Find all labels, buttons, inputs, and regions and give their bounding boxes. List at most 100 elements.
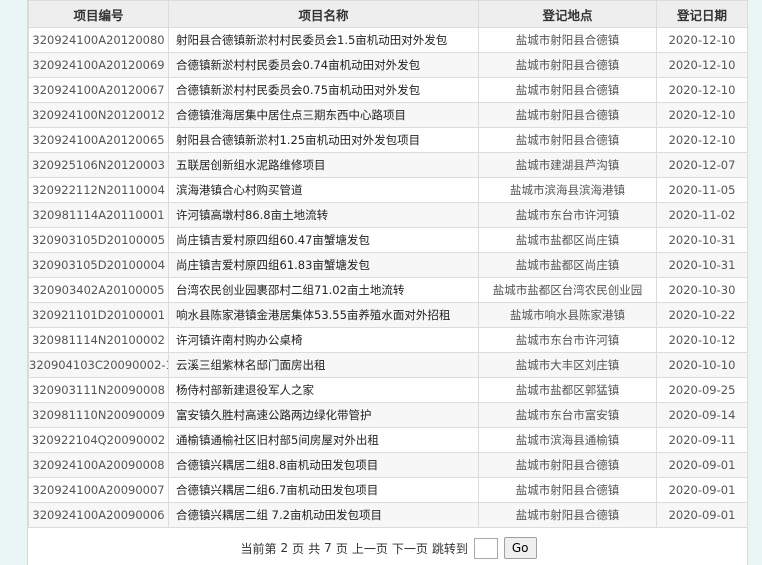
location-cell: 盐城市盐都区郭猛镇: [478, 377, 657, 403]
project-code-cell: 320981110N20090009: [28, 402, 169, 428]
project-name-cell[interactable]: 许河镇高墩村86.8亩土地流转: [168, 202, 479, 228]
location-cell: 盐城市射阳县合德镇: [478, 77, 657, 103]
go-button[interactable]: Go: [503, 537, 537, 559]
prev-page-link[interactable]: 上一页: [352, 540, 388, 557]
project-name-cell[interactable]: 富安镇久胜村高速公路两边绿化带管护: [168, 402, 479, 428]
total-pages-label: 共: [308, 541, 321, 556]
project-name-cell[interactable]: 五联居创新组水泥路维修项目: [168, 152, 479, 178]
column-header-location: 登记地点: [478, 0, 657, 28]
project-name-link[interactable]: 合德镇兴耦居二组6.7亩机动田发包项目: [176, 483, 378, 497]
location-cell: 盐城市滨海县滨海港镇: [478, 177, 657, 203]
table-row[interactable]: 320921101D20100001 响水县陈家港镇金港居集体53.55亩养殖水面…: [28, 302, 748, 328]
project-name-cell[interactable]: 尚庄镇吉爱村原四组60.47亩蟹塘发包: [168, 227, 479, 253]
column-header-code: 项目编号: [28, 0, 169, 28]
table-row[interactable]: 320924100A20120069 合德镇新淤村村民委员会0.74亩机动田对外发…: [28, 52, 748, 78]
project-name-link[interactable]: 合德镇新淤村村民委员会0.75亩机动田对外发包: [176, 83, 420, 97]
project-name-cell[interactable]: 合德镇兴耦居二组6.7亩机动田发包项目: [168, 477, 479, 503]
project-name-link[interactable]: 合德镇兴耦居二组 7.2亩机动田发包项目: [176, 508, 382, 522]
table-row[interactable]: 320924100A20120067 合德镇新淤村村民委员会0.75亩机动田对外发…: [28, 77, 748, 103]
project-name-link[interactable]: 尚庄镇吉爱村原四组61.83亩蟹塘发包: [176, 258, 370, 272]
table-row[interactable]: 320924100A20090008 合德镇兴耦居二组8.8亩机动田发包项目 盐城市…: [28, 452, 748, 478]
project-name-cell[interactable]: 合德镇新淤村村民委员会0.75亩机动田对外发包: [168, 77, 479, 103]
project-name-link[interactable]: 台湾农民创业园裹邵村二组71.02亩土地流转: [176, 283, 404, 297]
project-name-cell[interactable]: 滨海港镇合心村购买管道: [168, 177, 479, 203]
project-name-link[interactable]: 云溪三组紫林名邸门面房出租: [176, 358, 326, 372]
date-cell: 2020-09-14: [656, 402, 748, 428]
date-cell: 2020-10-12: [656, 327, 748, 353]
project-name-link[interactable]: 许河镇高墩村86.8亩土地流转: [176, 208, 328, 222]
table-row[interactable]: 320903111N20090008 杨侍村部新建退役军人之家 盐城市盐都区郭猛镇 2…: [28, 377, 748, 403]
project-code-cell: 320921101D20100001: [28, 302, 169, 328]
table-row[interactable]: 320903105D20100004 尚庄镇吉爱村原四组61.83亩蟹塘发包 盐城市…: [28, 252, 748, 278]
table-row[interactable]: 320925106N20120003 五联居创新组水泥路维修项目 盐城市建湖县芦沟镇…: [28, 152, 748, 178]
table-row[interactable]: 320924100N20120012 合德镇淮海居集中居住点三期东西中心路项目 盐城…: [28, 102, 748, 128]
table-row[interactable]: 320924100A20090006 合德镇兴耦居二组 7.2亩机动田发包项目 盐城…: [28, 502, 748, 528]
project-name-link[interactable]: 射阳县合德镇新淤村村民委员会1.5亩机动田对外发包: [176, 33, 447, 47]
project-name-link[interactable]: 响水县陈家港镇金港居集体53.55亩养殖水面对外招租: [176, 308, 450, 322]
next-page-link[interactable]: 下一页: [392, 540, 428, 557]
project-name-cell[interactable]: 合德镇新淤村村民委员会0.74亩机动田对外发包: [168, 52, 479, 78]
project-code-cell: 320922104Q20090002: [28, 427, 169, 453]
project-code-cell: 320924100A20120080: [28, 27, 169, 53]
project-name-link[interactable]: 富安镇久胜村高速公路两边绿化带管护: [176, 408, 372, 422]
project-name-cell[interactable]: 台湾农民创业园裹邵村二组71.02亩土地流转: [168, 277, 479, 303]
date-cell: 2020-12-10: [656, 102, 748, 128]
location-cell: 盐城市滨海县通榆镇: [478, 427, 657, 453]
current-page-number: 2: [280, 541, 289, 555]
table-row[interactable]: 320922104Q20090002 通榆镇通榆社区旧村部5间房屋对外出租 盐城市滨…: [28, 427, 748, 453]
project-name-link[interactable]: 合德镇兴耦居二组8.8亩机动田发包项目: [176, 458, 378, 472]
table-row[interactable]: 320922112N20110004 滨海港镇合心村购买管道 盐城市滨海县滨海港镇 2…: [28, 177, 748, 203]
table-row[interactable]: 320981110N20090009 富安镇久胜村高速公路两边绿化带管护 盐城市东台…: [28, 402, 748, 428]
total-pages-unit: 页: [335, 541, 348, 556]
table-row[interactable]: 320924100A20120080 射阳县合德镇新淤村村民委员会1.5亩机动田对…: [28, 27, 748, 53]
project-name-link[interactable]: 尚庄镇吉爱村原四组60.47亩蟹塘发包: [176, 233, 370, 247]
project-name-cell[interactable]: 云溪三组紫林名邸门面房出租: [168, 352, 479, 378]
project-name-link[interactable]: 杨侍村部新建退役军人之家: [176, 383, 314, 397]
date-cell: 2020-09-01: [656, 502, 748, 528]
project-name-link[interactable]: 五联居创新组水泥路维修项目: [176, 158, 326, 172]
date-cell: 2020-11-05: [656, 177, 748, 203]
location-cell: 盐城市射阳县合德镇: [478, 127, 657, 153]
project-name-cell[interactable]: 尚庄镇吉爱村原四组61.83亩蟹塘发包: [168, 252, 479, 278]
project-name-cell[interactable]: 通榆镇通榆社区旧村部5间房屋对外出租: [168, 427, 479, 453]
project-name-link[interactable]: 许河镇许南村购办公桌椅: [176, 333, 303, 347]
table-header: 项目编号 项目名称 登记地点 登记日期: [28, 0, 748, 28]
project-name-cell[interactable]: 合德镇淮海居集中居住点三期东西中心路项目: [168, 102, 479, 128]
project-code-cell: 320903105D20100005: [28, 227, 169, 253]
column-header-date: 登记日期: [656, 0, 748, 28]
table-row[interactable]: 320903402A20100005 台湾农民创业园裹邵村二组71.02亩土地流转…: [28, 277, 748, 303]
project-name-cell[interactable]: 合德镇兴耦居二组8.8亩机动田发包项目: [168, 452, 479, 478]
project-name-cell[interactable]: 射阳县合德镇新淤村1.25亩机动田对外发包项目: [168, 127, 479, 153]
location-cell: 盐城市射阳县合德镇: [478, 102, 657, 128]
project-code-cell: 320904103C20090002-1: [28, 352, 169, 378]
project-name-link[interactable]: 通榆镇通榆社区旧村部5间房屋对外出租: [176, 433, 379, 447]
table-row[interactable]: 320981114N20100002 许河镇许南村购办公桌椅 盐城市东台市许河镇 20…: [28, 327, 748, 353]
project-code-cell: 320922112N20110004: [28, 177, 169, 203]
table-row[interactable]: 320981114A20110001 许河镇高墩村86.8亩土地流转 盐城市东台市许…: [28, 202, 748, 228]
table-row[interactable]: 320924100A20120065 射阳县合德镇新淤村1.25亩机动田对外发包项…: [28, 127, 748, 153]
project-code-cell: 320924100N20120012: [28, 102, 169, 128]
project-code-cell: 320981114N20100002: [28, 327, 169, 353]
goto-page-input[interactable]: [473, 537, 498, 559]
project-name-cell[interactable]: 射阳县合德镇新淤村村民委员会1.5亩机动田对外发包: [168, 27, 479, 53]
project-code-cell: 320924100A20090007: [28, 477, 169, 503]
location-cell: 盐城市射阳县合德镇: [478, 452, 657, 478]
project-name-cell[interactable]: 许河镇许南村购办公桌椅: [168, 327, 479, 353]
project-name-link[interactable]: 合德镇新淤村村民委员会0.74亩机动田对外发包: [176, 58, 420, 72]
date-cell: 2020-10-22: [656, 302, 748, 328]
location-cell: 盐城市射阳县合德镇: [478, 27, 657, 53]
project-name-cell[interactable]: 合德镇兴耦居二组 7.2亩机动田发包项目: [168, 502, 479, 528]
project-name-link[interactable]: 合德镇淮海居集中居住点三期东西中心路项目: [176, 108, 406, 122]
table-row[interactable]: 320904103C20090002-1 云溪三组紫林名邸门面房出租 盐城市大丰区刘…: [28, 352, 748, 378]
project-name-link[interactable]: 滨海港镇合心村购买管道: [176, 183, 303, 197]
project-code-cell: 320903402A20100005: [28, 277, 169, 303]
project-name-cell[interactable]: 响水县陈家港镇金港居集体53.55亩养殖水面对外招租: [168, 302, 479, 328]
table-row[interactable]: 320924100A20090007 合德镇兴耦居二组6.7亩机动田发包项目 盐城市…: [28, 477, 748, 503]
project-name-cell[interactable]: 杨侍村部新建退役军人之家: [168, 377, 479, 403]
project-name-link[interactable]: 射阳县合德镇新淤村1.25亩机动田对外发包项目: [176, 133, 420, 147]
table-row[interactable]: 320903105D20100005 尚庄镇吉爱村原四组60.47亩蟹塘发包 盐城市…: [28, 227, 748, 253]
location-cell: 盐城市盐都区台湾农民创业园: [478, 277, 657, 303]
date-cell: 2020-10-30: [656, 277, 748, 303]
location-cell: 盐城市盐都区尚庄镇: [478, 252, 657, 278]
project-code-cell: 320981114A20110001: [28, 202, 169, 228]
